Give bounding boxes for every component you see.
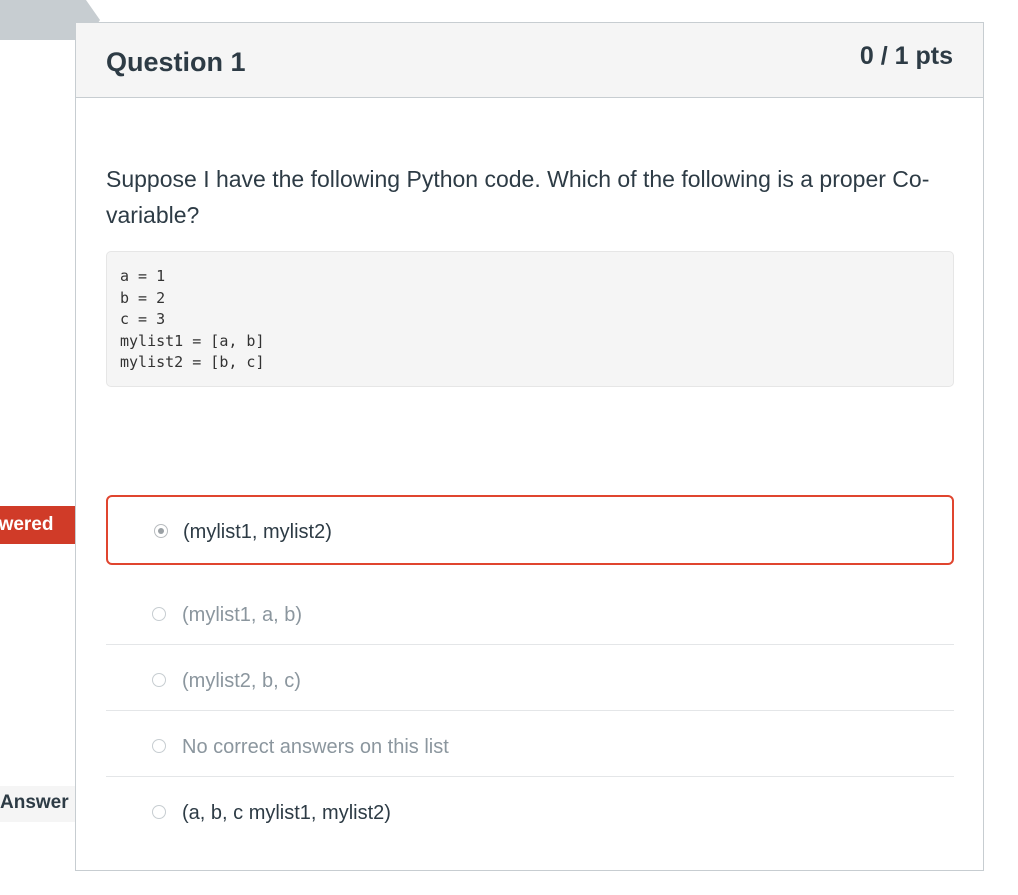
question-title: Question 1 bbox=[106, 47, 246, 77]
code-line: a = 1 bbox=[120, 267, 166, 285]
quiz-results-page: swered Answer Question 1 0 / 1 pts Suppo… bbox=[0, 0, 1018, 895]
question-text: Suppose I have the following Python code… bbox=[106, 166, 930, 228]
code-line: b = 2 bbox=[120, 288, 166, 307]
code-line: mylist2 = [b, c] bbox=[120, 353, 265, 371]
answer-option-4[interactable]: No correct answers on this list bbox=[106, 711, 954, 777]
radio-selected-icon[interactable] bbox=[154, 524, 168, 538]
answer-label: (a, b, c mylist1, mylist2) bbox=[182, 802, 391, 824]
radio-icon[interactable] bbox=[152, 805, 166, 819]
code-line: mylist1 = [a, b] bbox=[120, 331, 265, 350]
question-header: Question 1 0 / 1 pts bbox=[76, 23, 983, 98]
answer-label: (mylist2, b, c) bbox=[182, 670, 301, 692]
correct-answer-flag-label: Answer bbox=[0, 792, 69, 813]
radio-icon[interactable] bbox=[152, 607, 166, 621]
radio-icon[interactable] bbox=[152, 673, 166, 687]
question-points: 0 / 1 pts bbox=[859, 42, 953, 70]
answer-option-3[interactable]: (mylist2, b, c) bbox=[106, 645, 954, 711]
answer-option-1[interactable]: (mylist1, mylist2) bbox=[106, 495, 954, 565]
answer-label: (mylist1, a, b) bbox=[182, 604, 303, 626]
answer-option-2[interactable]: (mylist1, a, b) bbox=[106, 579, 954, 645]
answer-option-5[interactable]: (a, b, c mylist1, mylist2) bbox=[106, 777, 954, 843]
answer-label: No correct answers on this list bbox=[182, 736, 449, 758]
code-line: c = 3 bbox=[120, 310, 166, 328]
answer-label: (mylist1, mylist2) bbox=[183, 521, 332, 543]
question-card: Question 1 0 / 1 pts Suppose I have the … bbox=[75, 22, 984, 871]
you-answered-flag-label: swered bbox=[0, 514, 54, 535]
radio-icon[interactable] bbox=[152, 739, 166, 753]
code-block: a = 1 b = 2 c = 3 mylist1 = [a, b] mylis… bbox=[106, 251, 954, 387]
